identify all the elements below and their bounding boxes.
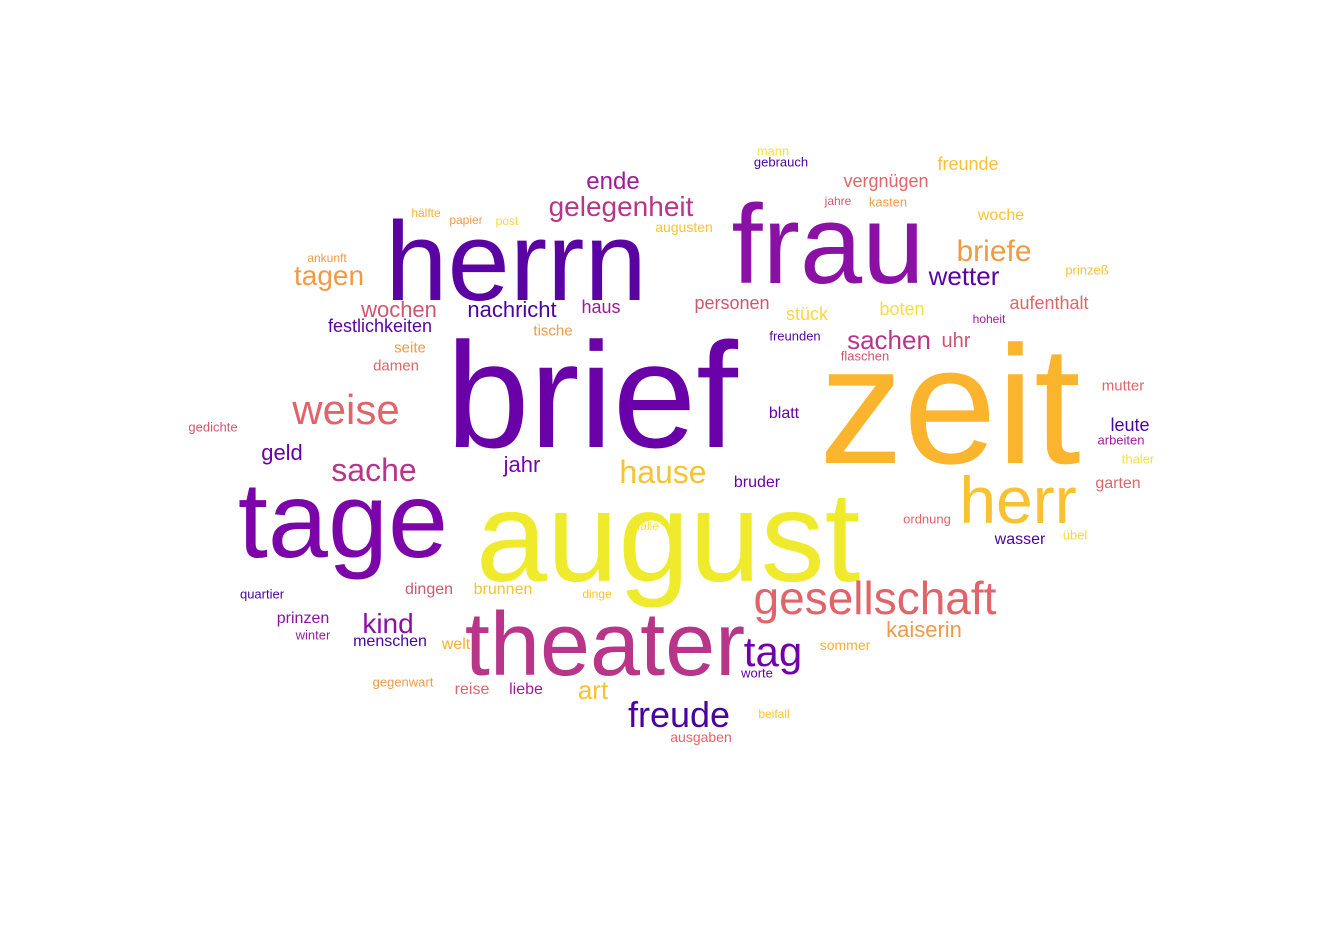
word-arbeiten: arbeiten xyxy=(1097,432,1145,448)
word-jahre: jahre xyxy=(824,194,852,208)
word-dingen: dingen xyxy=(404,581,454,598)
word-brief: brief xyxy=(446,311,738,479)
word-aufenthalt: aufenthalt xyxy=(1009,293,1089,313)
word-haus: haus xyxy=(581,297,621,317)
word-stück: stück xyxy=(785,304,829,324)
word-geld: geld xyxy=(261,440,303,465)
word-hoheit: hoheit xyxy=(972,312,1006,326)
word-übel: übel xyxy=(1062,527,1088,543)
word-gelegenheit: gelegenheit xyxy=(548,191,694,222)
word-tische: tische xyxy=(533,322,573,340)
word-uhr: uhr xyxy=(941,330,971,352)
word-garten: garten xyxy=(1095,475,1141,492)
word-art: art xyxy=(577,675,609,705)
word-quartier: quartier xyxy=(239,586,285,602)
word-leute: leute xyxy=(1110,415,1150,435)
word-sache: sache xyxy=(331,452,417,488)
word-augusten: augusten xyxy=(655,219,713,235)
word-fälle: fälle xyxy=(636,519,660,533)
word-papier: papier xyxy=(449,213,483,227)
word-personen: personen xyxy=(694,293,770,313)
word-kasten: kasten xyxy=(868,194,908,210)
word-beifall: beifall xyxy=(758,707,790,721)
word-ende: ende xyxy=(586,168,640,195)
word-cloud: brief zeit august herrn frau tage theater herr g… xyxy=(0,0,1334,945)
word-prinzeß: prinzeß xyxy=(1065,262,1109,278)
word-freude: freude xyxy=(627,694,731,735)
word-hälfte: hälfte xyxy=(411,206,441,220)
word-blatt: blatt xyxy=(768,405,800,422)
word-ausgaben: ausgaben xyxy=(670,729,732,745)
word-herr: herr xyxy=(959,463,1077,537)
word-mutter: mutter xyxy=(1101,377,1145,395)
word-jahr: jahr xyxy=(503,452,541,477)
word-menschen: menschen xyxy=(353,633,427,650)
word-seite: seite xyxy=(394,339,426,357)
word-sommer: sommer xyxy=(819,637,871,653)
word-wasser: wasser xyxy=(994,531,1046,548)
word-reise: reise xyxy=(454,681,490,698)
word-damen: damen xyxy=(373,357,419,375)
word-hause: hause xyxy=(619,454,707,490)
word-dinge: dinge xyxy=(582,587,612,601)
word-gedichte: gedichte xyxy=(188,419,238,435)
word-vergnügen: vergnügen xyxy=(843,171,929,191)
word-thaler: thaler xyxy=(1121,451,1155,467)
word-worte: worte xyxy=(741,665,773,681)
word-boten: boten xyxy=(879,299,925,319)
word-wetter: wetter xyxy=(928,261,1000,291)
word-freunden: freunden xyxy=(769,328,821,344)
word-ordnung: ordnung xyxy=(903,511,951,527)
word-welt: welt xyxy=(441,636,471,653)
word-tagen: tagen xyxy=(293,260,365,291)
word-nachricht: nachricht xyxy=(467,297,557,322)
word-weise: weise xyxy=(292,386,400,433)
word-ankunft: ankunft xyxy=(307,251,347,265)
word-prinzen: prinzen xyxy=(276,610,330,627)
word-flaschen: flaschen xyxy=(840,348,890,364)
word-gegenwart: gegenwart xyxy=(372,674,434,690)
word-woche: woche xyxy=(977,207,1025,224)
word-bruder: bruder xyxy=(733,474,781,491)
word-brunnen: brunnen xyxy=(473,581,533,598)
word-freunde: freunde xyxy=(937,154,999,174)
word-liebe: liebe xyxy=(509,681,543,698)
word-winter: winter xyxy=(295,627,331,643)
word-festlichkeiten: festlichkeiten xyxy=(327,316,433,336)
word-post: post xyxy=(495,214,519,228)
word-gebrauch: gebrauch xyxy=(753,154,809,170)
word-gesellschaft: gesellschaft xyxy=(753,572,997,624)
word-kaiserin: kaiserin xyxy=(886,617,962,642)
